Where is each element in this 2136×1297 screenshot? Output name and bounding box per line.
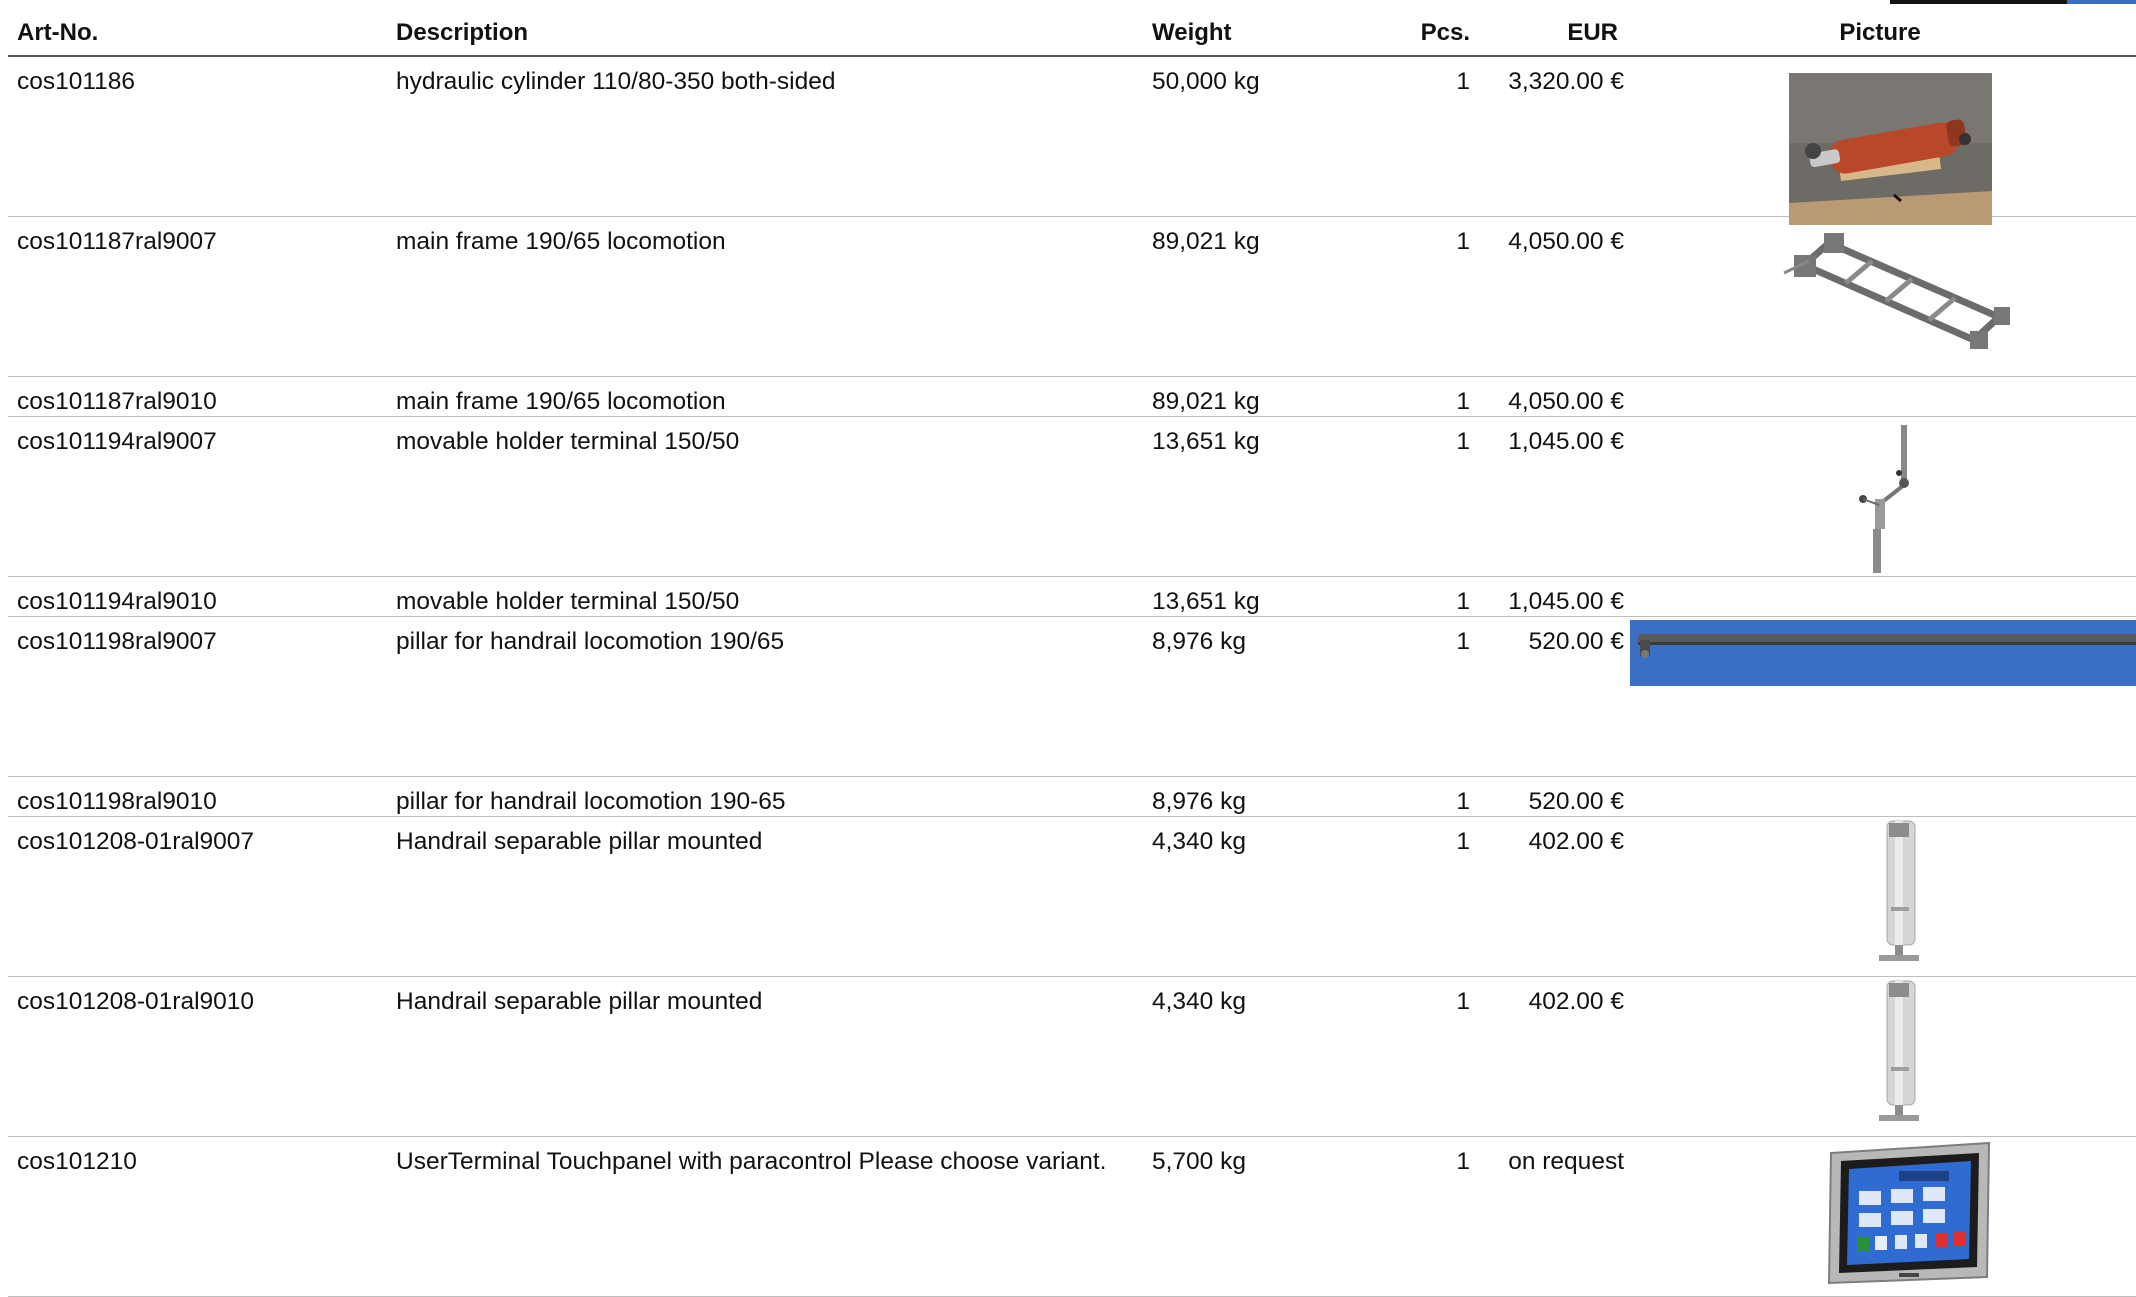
eur-cell: 4,050.00 € bbox=[1470, 376, 1624, 417]
table-row: cos101194ral9010 movable holder terminal… bbox=[8, 576, 2136, 617]
pcs-cell: 1 bbox=[1375, 416, 1470, 577]
description-cell: movable holder terminal 150/50 bbox=[396, 416, 1152, 577]
price-list-page: Art-No. Description Weight Pcs. EUR Pict… bbox=[0, 0, 2136, 1297]
picture-cell bbox=[1624, 376, 2136, 417]
picture-cell bbox=[1624, 1136, 2136, 1297]
eur-cell: 1,045.00 € bbox=[1470, 576, 1624, 617]
pcs-cell: 1 bbox=[1375, 1136, 1470, 1297]
description-cell: pillar for handrail locomotion 190/65 bbox=[396, 616, 1152, 777]
table-row: cos101186 hydraulic cylinder 110/80-350 … bbox=[8, 56, 2136, 225]
table-row: cos101210 UserTerminal Touchpanel with p… bbox=[8, 1136, 2136, 1297]
table-row: cos101194ral9007 movable holder terminal… bbox=[8, 416, 2136, 577]
art-no-cell: cos101187ral9010 bbox=[8, 376, 396, 417]
pcs-cell: 1 bbox=[1375, 816, 1470, 977]
art-no-cell: cos101208-01ral9007 bbox=[8, 816, 396, 977]
table-row: cos101198ral9007 pillar for handrail loc… bbox=[8, 616, 2136, 777]
col-header-weight: Weight bbox=[1152, 0, 1375, 57]
handrail-pillar-render bbox=[1630, 619, 2136, 686]
col-header-pcs: Pcs. bbox=[1375, 0, 1470, 57]
separable-pillar-drawing bbox=[1879, 820, 1919, 961]
picture-cell bbox=[1624, 416, 2136, 577]
weight-cell: 50,000 kg bbox=[1152, 56, 1375, 217]
table-row: cos101198ral9010 pillar for handrail loc… bbox=[8, 776, 2136, 817]
art-no-cell: cos101194ral9010 bbox=[8, 576, 396, 617]
pcs-cell: 1 bbox=[1375, 616, 1470, 777]
pcs-cell: 1 bbox=[1375, 216, 1470, 377]
weight-cell: 4,340 kg bbox=[1152, 816, 1375, 977]
pcs-cell: 1 bbox=[1375, 56, 1470, 217]
parts-table: Art-No. Description Weight Pcs. EUR Pict… bbox=[8, 0, 2136, 1297]
col-header-picture: Picture bbox=[1624, 0, 2136, 57]
art-no-cell: cos101187ral9007 bbox=[8, 216, 396, 377]
col-header-eur: EUR bbox=[1470, 0, 1624, 57]
weight-cell: 13,651 kg bbox=[1152, 576, 1375, 617]
weight-cell: 4,340 kg bbox=[1152, 976, 1375, 1137]
table-row: cos101187ral9010 main frame 190/65 locom… bbox=[8, 376, 2136, 417]
art-no-cell: cos101186 bbox=[8, 56, 396, 217]
description-cell: hydraulic cylinder 110/80-350 both-sided bbox=[396, 56, 1152, 217]
art-no-cell: cos101194ral9007 bbox=[8, 416, 396, 577]
eur-cell: 3,320.00 € bbox=[1470, 56, 1624, 217]
table-header-row: Art-No. Description Weight Pcs. EUR Pict… bbox=[8, 0, 2136, 57]
art-no-cell: cos101198ral9007 bbox=[8, 616, 396, 777]
description-cell: pillar for handrail locomotion 190-65 bbox=[396, 776, 1152, 817]
table-row: cos101208-01ral9010 Handrail separable p… bbox=[8, 976, 2136, 1137]
description-cell: main frame 190/65 locomotion bbox=[396, 376, 1152, 417]
col-header-art-no: Art-No. bbox=[8, 0, 396, 57]
description-cell: Handrail separable pillar mounted bbox=[396, 816, 1152, 977]
main-frame-drawing bbox=[1783, 233, 2010, 349]
weight-cell: 89,021 kg bbox=[1152, 216, 1375, 377]
eur-cell: on request bbox=[1470, 1136, 1624, 1297]
pcs-cell: 1 bbox=[1375, 976, 1470, 1137]
touchpanel-photo bbox=[1827, 1141, 1991, 1284]
picture-cell bbox=[1624, 56, 2136, 225]
eur-cell: 402.00 € bbox=[1470, 816, 1624, 977]
description-cell: UserTerminal Touchpanel with paracontrol… bbox=[396, 1136, 1152, 1297]
separable-pillar-drawing bbox=[1879, 980, 1919, 1121]
holder-terminal-drawing bbox=[1859, 424, 1909, 573]
picture-cell bbox=[1624, 976, 2136, 1137]
table-row: cos101208-01ral9007 Handrail separable p… bbox=[8, 816, 2136, 977]
pcs-cell: 1 bbox=[1375, 776, 1470, 817]
weight-cell: 8,976 kg bbox=[1152, 616, 1375, 777]
eur-cell: 402.00 € bbox=[1470, 976, 1624, 1137]
pcs-cell: 1 bbox=[1375, 376, 1470, 417]
picture-cell bbox=[1624, 576, 2136, 617]
hydraulic-cylinder-photo bbox=[1789, 73, 1992, 225]
eur-cell: 4,050.00 € bbox=[1470, 216, 1624, 377]
picture-cell bbox=[1624, 816, 2136, 977]
eur-cell: 520.00 € bbox=[1470, 776, 1624, 817]
picture-cell bbox=[1624, 216, 2136, 377]
col-header-description: Description bbox=[396, 0, 1152, 57]
weight-cell: 89,021 kg bbox=[1152, 376, 1375, 417]
weight-cell: 8,976 kg bbox=[1152, 776, 1375, 817]
picture-cell bbox=[1624, 616, 2136, 777]
art-no-cell: cos101208-01ral9010 bbox=[8, 976, 396, 1137]
table-row: cos101187ral9007 main frame 190/65 locom… bbox=[8, 216, 2136, 377]
picture-cell bbox=[1624, 776, 2136, 817]
description-cell: main frame 190/65 locomotion bbox=[396, 216, 1152, 377]
art-no-cell: cos101198ral9010 bbox=[8, 776, 396, 817]
eur-cell: 520.00 € bbox=[1470, 616, 1624, 777]
weight-cell: 13,651 kg bbox=[1152, 416, 1375, 577]
description-cell: movable holder terminal 150/50 bbox=[396, 576, 1152, 617]
art-no-cell: cos101210 bbox=[8, 1136, 396, 1297]
pcs-cell: 1 bbox=[1375, 576, 1470, 617]
description-cell: Handrail separable pillar mounted bbox=[396, 976, 1152, 1137]
weight-cell: 5,700 kg bbox=[1152, 1136, 1375, 1297]
eur-cell: 1,045.00 € bbox=[1470, 416, 1624, 577]
